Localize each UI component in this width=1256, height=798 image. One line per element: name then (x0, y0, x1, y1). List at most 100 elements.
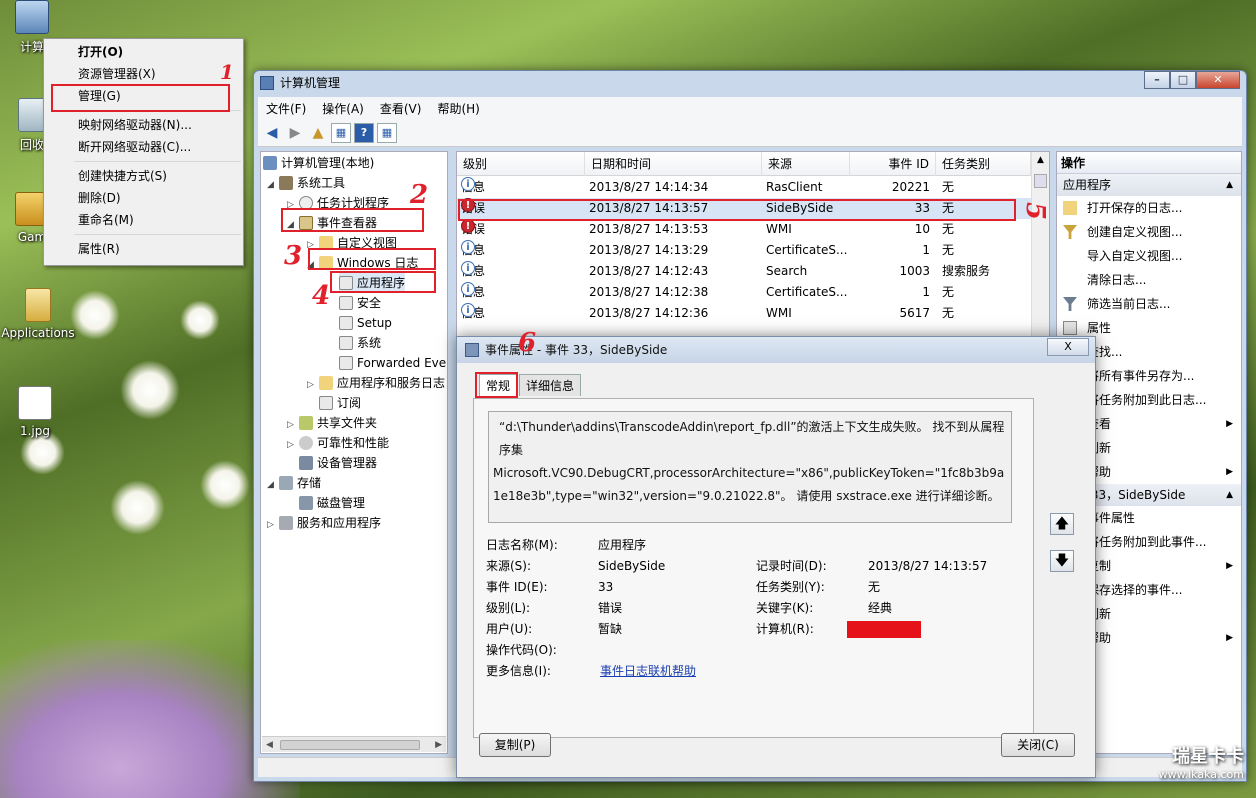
event-list-scrollbar[interactable]: ▲ (1031, 152, 1049, 340)
dialog-titlebar[interactable]: 事件属性 - 事件 33，SideBySide (457, 337, 1095, 363)
expand-icon[interactable]: ▷ (287, 195, 299, 215)
expand-icon[interactable]: ▷ (287, 415, 299, 435)
desktop-icon-applications[interactable]: Applications (0, 288, 76, 340)
tree-item-services-apps[interactable]: ▷ 服务和应用程序 (267, 513, 381, 533)
table-row[interactable]: !错误2013/8/27 14:13:53WMI10无 (457, 219, 1031, 240)
cell-category: 无 (942, 243, 955, 257)
event-log-online-help-link[interactable]: 事件日志联机帮助 (600, 661, 696, 681)
tree-horizontal-scrollbar[interactable]: ◀ ▶ (262, 736, 446, 752)
tree-item-device-manager[interactable]: 设备管理器 (299, 453, 377, 473)
action-clear-log[interactable]: 清除日志... (1057, 268, 1241, 292)
col-category[interactable]: 任务类别 (936, 152, 1031, 176)
tree-item-disk-management[interactable]: 磁盘管理 (299, 493, 365, 513)
next-event-button[interactable]: 🡇 (1050, 550, 1074, 572)
copy-button[interactable]: 复制(P) (479, 733, 551, 757)
menu-item-manage[interactable]: 管理(G) (44, 85, 243, 107)
expand-icon[interactable]: ▷ (287, 435, 299, 455)
source-value: SideBySide (598, 559, 666, 573)
menu-view[interactable]: 查看(V) (372, 100, 430, 117)
forward-arrow-icon[interactable]: ▶ (285, 123, 305, 143)
collapse-icon[interactable]: ▲ (1226, 174, 1233, 196)
menu-item-create-shortcut[interactable]: 创建快捷方式(S) (44, 165, 243, 187)
table-row[interactable]: i信息2013/8/27 14:12:38CertificateS...1无 (457, 282, 1031, 303)
tree-item-root[interactable]: 计算机管理(本地) (263, 153, 374, 173)
menu-item-properties[interactable]: 属性(R) (44, 238, 243, 260)
collapse-icon[interactable]: ▲ (1226, 484, 1233, 506)
menu-item-delete[interactable]: 删除(D) (44, 187, 243, 209)
tree-item-system[interactable]: 系统 (339, 333, 381, 353)
wallpaper-flower (180, 300, 220, 340)
tab-details[interactable]: 详细信息 (519, 374, 582, 396)
menu-help[interactable]: 帮助(H) (429, 100, 487, 117)
event-description[interactable]: “d:\Thunder\addins\TranscodeAddin\report… (488, 411, 1012, 523)
minimize-button[interactable]: – (1144, 71, 1170, 89)
menu-action[interactable]: 操作(A) (314, 100, 372, 117)
expand-icon[interactable]: ▷ (307, 375, 319, 395)
expand-icon[interactable]: ▷ (267, 515, 279, 535)
menu-item-map-drive[interactable]: 映射网络驱动器(N)... (44, 114, 243, 136)
tree-item-setup[interactable]: Setup (339, 313, 392, 333)
maximize-button[interactable]: □ (1170, 71, 1196, 89)
collapse-icon[interactable]: ◢ (307, 255, 319, 275)
col-level[interactable]: 级别 (457, 152, 585, 176)
tree-item-subscriptions[interactable]: 订阅 (319, 393, 361, 413)
tree-item-reliability[interactable]: ▷ 可靠性和性能 (287, 433, 389, 453)
cell-source: WMI (766, 222, 792, 236)
computer-icon (263, 156, 277, 170)
col-event-id[interactable]: 事件 ID (850, 152, 936, 176)
action-create-custom-view[interactable]: 创建自定义视图... (1057, 220, 1241, 244)
menu-item-explorer[interactable]: 资源管理器(X) (44, 63, 243, 85)
previous-event-button[interactable]: 🡅 (1050, 513, 1074, 535)
show-hide-tree-icon[interactable]: ▦ (331, 122, 351, 143)
table-row[interactable]: !错误2013/8/27 14:13:57SideBySide33无 (457, 198, 1031, 219)
expand-icon[interactable]: ▷ (307, 235, 319, 255)
collapse-icon[interactable]: ◢ (267, 175, 279, 195)
back-arrow-icon[interactable]: ◀ (262, 123, 282, 143)
scroll-thumb[interactable] (1034, 174, 1047, 188)
menu-item-disconnect-drive[interactable]: 断开网络驱动器(C)... (44, 136, 243, 158)
dialog-close-button[interactable]: X (1047, 338, 1089, 356)
tree-item-shared-folders[interactable]: ▷ 共享文件夹 (287, 413, 377, 433)
table-row[interactable]: i信息2013/8/27 14:12:36WMI5617无 (457, 303, 1031, 324)
action-import-custom-view[interactable]: 导入自定义视图... (1057, 244, 1241, 268)
action-open-saved-log[interactable]: 打开保存的日志... (1057, 196, 1241, 220)
tree-item-task-scheduler[interactable]: ▷ 任务计划程序 (287, 193, 389, 213)
scroll-right-icon[interactable]: ▶ (435, 737, 442, 753)
tree-item-app-services-logs[interactable]: ▷ 应用程序和服务日志 (307, 373, 445, 393)
window-titlebar[interactable]: 计算机管理 (254, 71, 1246, 95)
clock-icon (299, 196, 313, 210)
tree-item-event-viewer[interactable]: ◢ 事件查看器 (287, 213, 377, 233)
col-date[interactable]: 日期和时间 (585, 152, 762, 176)
menu-file[interactable]: 文件(F) (258, 100, 314, 117)
show-hide-action-pane-icon[interactable]: ▦ (377, 122, 397, 143)
tree-item-system-tools[interactable]: ◢ 系统工具 (267, 173, 345, 193)
actions-section-application[interactable]: 应用程序 ▲ (1057, 174, 1241, 196)
tab-general[interactable]: 常规 (479, 374, 518, 398)
tree-item-custom-views[interactable]: ▷ 自定义视图 (307, 233, 397, 253)
up-folder-icon[interactable]: ▲ (308, 123, 328, 143)
tree-item-windows-logs[interactable]: ◢ Windows 日志 (307, 253, 418, 273)
desktop-icon-image[interactable]: 1.jpg (5, 386, 65, 438)
menu-item-rename[interactable]: 重命名(M) (44, 209, 243, 231)
wallpaper-flower (200, 460, 250, 510)
scroll-left-icon[interactable]: ◀ (266, 737, 273, 753)
table-row[interactable]: i信息2013/8/27 14:12:43Search1003搜索服务 (457, 261, 1031, 282)
collapse-icon[interactable]: ◢ (287, 215, 299, 235)
scroll-up-icon[interactable]: ▲ (1032, 152, 1049, 168)
collapse-icon[interactable]: ◢ (267, 475, 279, 495)
col-source[interactable]: 来源 (762, 152, 850, 176)
table-row[interactable]: i信息2013/8/27 14:14:34RasClient20221无 (457, 177, 1031, 198)
disk-icon (299, 496, 313, 510)
help-icon[interactable]: ? (354, 122, 374, 143)
tree-item-forwarded-events[interactable]: Forwarded Eve (339, 353, 446, 373)
tree-item-application[interactable]: 应用程序 (339, 273, 406, 293)
menu-item-open[interactable]: 打开(O) (44, 41, 243, 63)
close-dialog-button[interactable]: 关闭(C) (1001, 733, 1075, 757)
tree-item-security[interactable]: 安全 (339, 293, 381, 313)
action-filter-current-log[interactable]: 筛选当前日志... (1057, 292, 1241, 316)
table-row[interactable]: i信息2013/8/27 14:13:29CertificateS...1无 (457, 240, 1031, 261)
close-button[interactable]: ✕ (1196, 71, 1240, 89)
tree-item-storage[interactable]: ◢ 存储 (267, 473, 321, 493)
wallpaper-flower (120, 360, 180, 420)
scroll-thumb[interactable] (280, 740, 420, 750)
